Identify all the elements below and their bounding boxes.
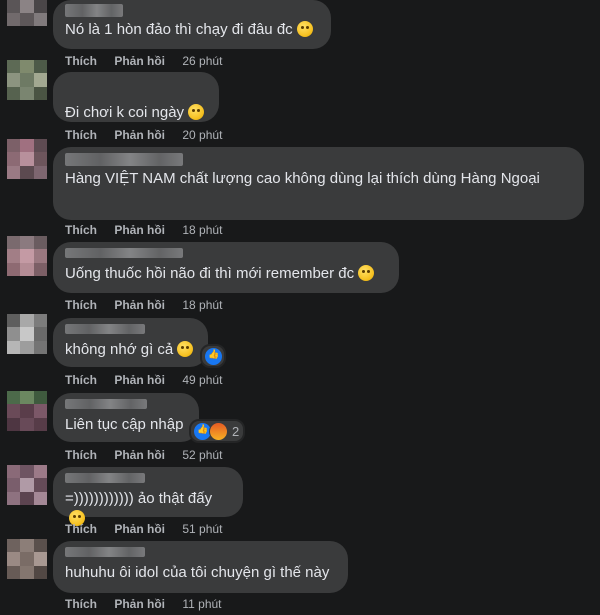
reply-button[interactable]: Phản hồi bbox=[114, 128, 165, 142]
angry-reaction-icon bbox=[209, 421, 228, 441]
avatar[interactable] bbox=[7, 0, 47, 26]
timestamp[interactable]: 26 phút bbox=[182, 54, 222, 68]
comment-text: Liên tục cập nhập bbox=[65, 416, 184, 433]
author-name[interactable] bbox=[65, 399, 147, 409]
timestamp[interactable]: 18 phút bbox=[182, 298, 222, 312]
timestamp[interactable]: 11 phút bbox=[182, 597, 221, 611]
grinning-face-icon bbox=[188, 104, 205, 120]
like-button[interactable]: Thích bbox=[65, 223, 97, 237]
comment-bubble: Uống thuốc hồi não đi thì mới remember đ… bbox=[53, 242, 399, 293]
reaction-count: 2 bbox=[232, 423, 240, 439]
author-name[interactable] bbox=[65, 547, 145, 557]
comment-bubble: không nhớ gì cả bbox=[53, 318, 208, 367]
comment-text: Đi chơi k coi ngày bbox=[65, 104, 185, 121]
comment-actions: Thích Phản hồi 26 phút bbox=[65, 54, 222, 68]
comment-actions: Thích Phản hồi 20 phút bbox=[65, 128, 222, 142]
timestamp[interactable]: 20 phút bbox=[182, 128, 222, 142]
like-button[interactable]: Thích bbox=[65, 128, 97, 142]
comment-actions: Thích Phản hồi 18 phút bbox=[65, 223, 222, 237]
like-reaction-icon bbox=[204, 346, 223, 366]
reply-button[interactable]: Phản hồi bbox=[114, 597, 165, 611]
author-name[interactable] bbox=[65, 4, 123, 17]
comment-text: Hàng VIỆT NAM chất lượng cao không dùng … bbox=[65, 170, 540, 187]
avatar[interactable] bbox=[7, 391, 47, 431]
like-button[interactable]: Thích bbox=[65, 373, 97, 387]
reply-button[interactable]: Phản hồi bbox=[114, 223, 165, 237]
grinning-face-icon bbox=[358, 265, 375, 281]
author-name[interactable] bbox=[65, 473, 145, 483]
reaction-summary[interactable]: 2 bbox=[189, 419, 246, 443]
like-button[interactable]: Thích bbox=[65, 522, 97, 536]
laughing-face-icon bbox=[177, 341, 194, 357]
comment-actions: Thích Phản hồi 11 phút bbox=[65, 597, 222, 611]
avatar[interactable] bbox=[7, 465, 47, 505]
reaction-summary[interactable] bbox=[200, 344, 226, 368]
like-button[interactable]: Thích bbox=[65, 597, 97, 611]
author-name[interactable] bbox=[65, 324, 145, 334]
timestamp[interactable]: 49 phút bbox=[182, 373, 222, 387]
comment-bubble: Hàng VIỆT NAM chất lượng cao không dùng … bbox=[53, 147, 584, 220]
sleepy-face-icon bbox=[296, 21, 313, 37]
avatar[interactable] bbox=[7, 139, 47, 179]
reply-button[interactable]: Phản hồi bbox=[114, 298, 165, 312]
author-name[interactable] bbox=[65, 153, 183, 166]
comment-actions: Thích Phản hồi 51 phút bbox=[65, 522, 222, 536]
comment-text: Uống thuốc hồi não đi thì mới remember đ… bbox=[65, 265, 355, 282]
comment-bubble: =)))))))))))) ảo thật đấy bbox=[53, 467, 243, 526]
like-button[interactable]: Thích bbox=[65, 448, 97, 462]
author-name[interactable] bbox=[65, 248, 183, 258]
reply-button[interactable]: Phản hồi bbox=[114, 448, 165, 462]
comment-bubble: Liên tục cập nhập bbox=[53, 393, 199, 442]
like-button[interactable]: Thích bbox=[65, 54, 97, 68]
comment-text: không nhớ gì cả bbox=[65, 341, 174, 358]
comment-actions: Thích Phản hồi 52 phút bbox=[65, 448, 222, 462]
comment-text: huhuhu ôi idol của tôi chuyện gì thế này bbox=[65, 564, 330, 581]
reply-button[interactable]: Phản hồi bbox=[114, 522, 165, 536]
comment-bubble: Nó là 1 hòn đảo thì chạy đi đâu đc bbox=[53, 0, 331, 49]
avatar[interactable] bbox=[7, 236, 47, 276]
timestamp[interactable]: 51 phút bbox=[182, 522, 222, 536]
comment-actions: Thích Phản hồi 18 phút bbox=[65, 298, 222, 312]
timestamp[interactable]: 52 phút bbox=[182, 448, 222, 462]
reply-button[interactable]: Phản hồi bbox=[114, 54, 165, 68]
like-button[interactable]: Thích bbox=[65, 298, 97, 312]
timestamp[interactable]: 18 phút bbox=[182, 223, 222, 237]
comment-text: =)))))))))))) ảo thật đấy bbox=[65, 490, 213, 507]
comment-bubble: huhuhu ôi idol của tôi chuyện gì thế này bbox=[53, 541, 348, 593]
comment-actions: Thích Phản hồi 49 phút bbox=[65, 373, 222, 387]
avatar[interactable] bbox=[7, 539, 47, 579]
comment-text: Nó là 1 hòn đảo thì chạy đi đâu đc bbox=[65, 21, 293, 38]
comment-bubble: Đi chơi k coi ngày bbox=[53, 72, 219, 122]
reply-button[interactable]: Phản hồi bbox=[114, 373, 165, 387]
avatar[interactable] bbox=[7, 314, 47, 354]
avatar[interactable] bbox=[7, 60, 47, 100]
